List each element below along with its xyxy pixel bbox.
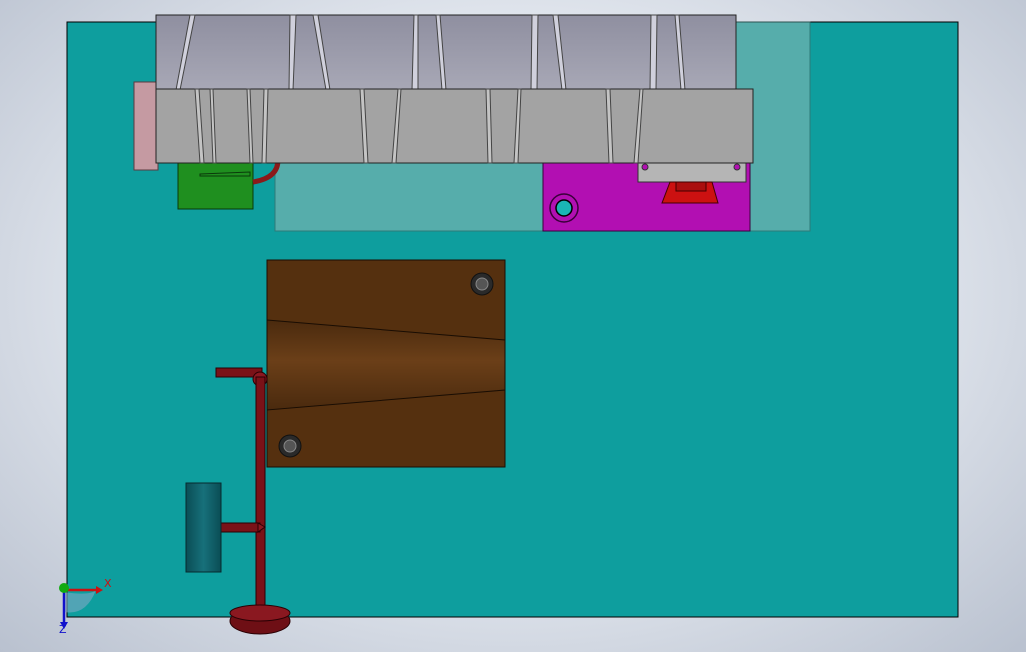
handle-mid-arm[interactable] <box>219 522 261 533</box>
y-axis-dot <box>59 583 69 593</box>
handle-base-disc-top <box>229 604 291 622</box>
magenta-port <box>555 199 573 217</box>
pink-part[interactable] <box>133 81 159 171</box>
handle-shaft[interactable] <box>255 376 266 610</box>
green-part[interactable] <box>177 161 254 210</box>
grey-front-assembly[interactable] <box>155 88 754 164</box>
grey-holder <box>637 161 747 183</box>
teal-wheel[interactable] <box>185 482 222 573</box>
red-clip-top <box>675 181 707 192</box>
grey-top-assembly[interactable] <box>155 14 737 91</box>
brown-block-bolt-top-inner <box>475 277 489 291</box>
x-axis-label: X <box>104 577 112 590</box>
holder-screw-right <box>733 163 741 171</box>
cad-viewport[interactable]: X Z <box>0 0 1026 652</box>
z-axis-label: Z <box>59 623 67 636</box>
brown-block-bolt-bottom-inner <box>283 439 297 453</box>
holder-screw-left <box>641 163 649 171</box>
